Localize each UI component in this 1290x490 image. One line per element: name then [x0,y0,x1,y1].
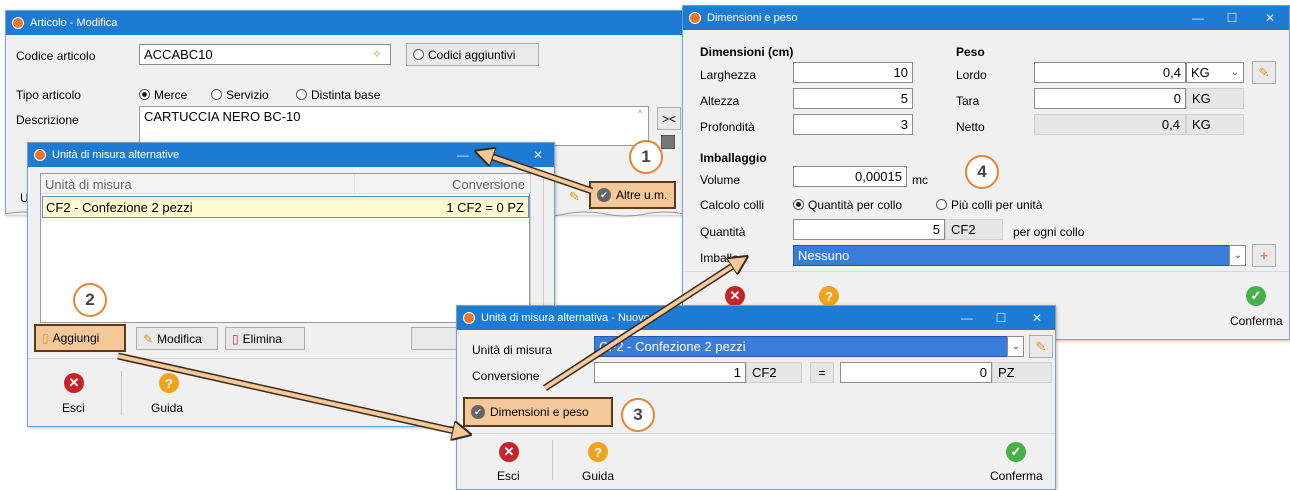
arrow-2 [117,352,468,434]
arrow-1 [478,152,594,195]
step-badge-2: 2 [73,283,107,317]
step-badge-1: 1 [629,140,663,174]
step-badge-3: 3 [621,398,655,432]
arrow-3 [543,258,745,391]
step-badge-4: 4 [965,155,999,189]
